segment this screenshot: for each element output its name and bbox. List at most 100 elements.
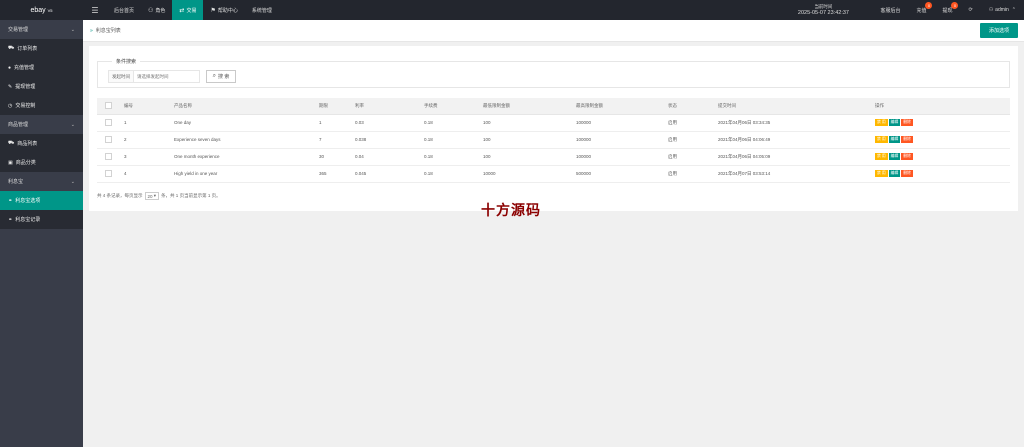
refresh-icon[interactable]: ⟳ xyxy=(960,0,980,20)
cart-icon: ⛟ xyxy=(8,45,15,51)
topnav-system[interactable]: 系统管理 xyxy=(245,0,279,20)
table-row: 2 Experience seven days 7 0.038 0.18 100 10000… xyxy=(97,131,1010,149)
delete-button[interactable]: 删除 xyxy=(901,170,913,177)
actions-cell: 禁 用编辑 删除 xyxy=(875,131,1010,149)
content-panel: 条件搜索 发起时间 ⌕搜 索 编号 产品名称 期限 利率 手续费 最低限制金额 … xyxy=(89,46,1018,211)
table-cell: 2021年04月06日 03:34:35 xyxy=(718,114,875,132)
sidebar-item-withdraw[interactable]: ✎ 提现管理 xyxy=(0,77,83,96)
topnav-help[interactable]: ⚑ 帮助中心 xyxy=(203,0,244,20)
sidebar-item-goods-list[interactable]: ⛟ 商品列表 xyxy=(0,134,83,153)
sidebar-item-trade-control[interactable]: ◷ 交易控制 xyxy=(0,96,83,115)
topnav-roles[interactable]: ⚇ 角色 xyxy=(141,0,172,20)
row-select-cell xyxy=(97,131,124,149)
chevron-down-icon: ⌄ xyxy=(70,121,75,128)
sidebar-group-goods[interactable]: 商品管理 ⌄ xyxy=(0,115,83,134)
pagination-prefix: 共 4 条记录，每页显示 xyxy=(97,193,143,198)
search-fieldset: 条件搜索 发起时间 ⌕搜 索 xyxy=(97,58,1010,88)
top-nav: 后台首页 ⚇ 角色 ⇄ 交易 ⚑ 帮助中心 系统管理 xyxy=(107,0,279,20)
table-row: 3 One month experience 30 0.04 0.18 100 100000… xyxy=(97,148,1010,166)
per-page-select[interactable]: 20 ▾ xyxy=(144,192,160,200)
delete-button[interactable]: 删除 xyxy=(901,119,913,126)
data-table: 编号 产品名称 期限 利率 手续费 最低限制金额 最高限制金额 状态 提交时间 … xyxy=(97,98,1010,183)
page-title: 利息宝列表 xyxy=(95,28,121,34)
sidebar-item-recharge[interactable]: ● 充值管理 xyxy=(0,58,83,77)
search-row: 发起时间 ⌕搜 索 xyxy=(108,70,236,83)
row-select-cell xyxy=(97,165,124,183)
logo-version: V5 xyxy=(47,7,53,13)
edit-button[interactable]: 编辑 xyxy=(888,153,901,160)
chevron-right-icon: » xyxy=(90,27,93,34)
table-cell: 10000 xyxy=(483,165,576,183)
pagination: 共 4 条记录，每页显示 20 ▾ 条，共 1 页当前显示第 1 页。 xyxy=(97,192,221,200)
delete-button[interactable]: 删除 xyxy=(901,136,913,143)
table-cell: 7 xyxy=(319,131,355,149)
disable-button[interactable]: 禁 用 xyxy=(875,119,888,126)
table-cell: 启用 xyxy=(668,165,718,183)
search-legend: 条件搜索 xyxy=(112,58,141,65)
table-cell: 100000 xyxy=(576,131,668,149)
table-cell: 0.18 xyxy=(424,114,483,132)
recharge-badge: 0 xyxy=(925,2,933,9)
sidebar-item-interest-records[interactable]: ⚭ 利息宝记录 xyxy=(0,210,83,229)
table-row: 1 One day 1 0.03 0.18 100 100000 启用 2021年04月06日 … xyxy=(97,114,1010,132)
search-label: 发起时间 xyxy=(108,70,134,83)
table-cell: 4 xyxy=(124,165,174,183)
sidebar-item-interest-options[interactable]: ⚭ 利息宝选项 xyxy=(0,191,83,210)
disable-button[interactable]: 禁 用 xyxy=(875,170,888,177)
table-row: 4 High yield in one year 365 0.045 0.18 10000… xyxy=(97,165,1010,183)
logo-text: ebay xyxy=(30,6,46,14)
topnav-trade[interactable]: ⇄ 交易 xyxy=(172,0,204,20)
user-menu[interactable]: ⚇ admin ⌃ xyxy=(981,0,1024,20)
clock-icon: ◷ xyxy=(8,102,13,109)
disable-button[interactable]: 禁 用 xyxy=(875,153,888,160)
col-actions: 操作 xyxy=(875,98,1010,115)
row-checkbox[interactable] xyxy=(105,135,112,143)
table-cell: 500000 xyxy=(576,165,668,183)
row-checkbox[interactable] xyxy=(105,169,112,177)
actions-cell: 禁 用编辑 删除 xyxy=(875,148,1010,166)
table-cell: High yield in one year xyxy=(174,165,319,183)
col-id: 编号 xyxy=(124,98,174,115)
customer-service-link[interactable]: 客服后台 xyxy=(872,0,908,20)
edit-button[interactable]: 编辑 xyxy=(888,119,901,126)
user-icon: ⚇ xyxy=(148,7,154,14)
table-cell: 365 xyxy=(319,165,355,183)
col-rate: 利率 xyxy=(355,98,424,115)
add-option-button[interactable]: 添加选项 xyxy=(980,23,1018,38)
sidebar-item-goods-category[interactable]: ▣ 商品分类 xyxy=(0,153,83,172)
edit-button[interactable]: 编辑 xyxy=(888,136,901,143)
row-checkbox[interactable] xyxy=(105,118,112,126)
withdraw-link[interactable]: 提现 0 xyxy=(934,0,960,20)
disable-button[interactable]: 禁 用 xyxy=(875,136,888,143)
table-cell: 0.18 xyxy=(424,131,483,149)
recharge-link[interactable]: 充值 0 xyxy=(908,0,934,20)
chevron-down-icon: ⌄ xyxy=(70,178,75,185)
menu-toggle-icon[interactable]: ☰ xyxy=(83,0,107,20)
table-cell: 2 xyxy=(124,131,174,149)
link-icon: ⚭ xyxy=(8,216,13,223)
col-status: 状态 xyxy=(668,98,718,115)
sidebar: 交易管理 ⌄ ⛟ 订单列表 ● 充值管理 ✎ 提现管理 ◷ 交易控制 商品管理 ⌄ ⛟ 商品列… xyxy=(0,20,83,447)
pagination-suffix: 条，共 1 页当前显示第 1 页。 xyxy=(161,193,221,198)
date-input[interactable] xyxy=(134,70,200,83)
withdraw-badge: 0 xyxy=(951,2,959,9)
row-checkbox[interactable] xyxy=(105,152,112,160)
actions-cell: 禁 用编辑 删除 xyxy=(875,165,1010,183)
table-cell: 1 xyxy=(124,114,174,132)
time-value: 2025-05-07 23:42:37 xyxy=(797,10,849,16)
search-button[interactable]: ⌕ 搜 索 xyxy=(206,70,236,83)
sidebar-group-interest[interactable]: 利息宝 ⌄ xyxy=(0,172,83,191)
table-cell: 启用 xyxy=(668,148,718,166)
sidebar-group-trade[interactable]: 交易管理 ⌄ xyxy=(0,20,83,39)
edit-button[interactable]: 编辑 xyxy=(888,170,901,177)
topnav-home[interactable]: 后台首页 xyxy=(107,0,141,20)
table-cell: One day xyxy=(174,114,319,132)
table-cell: One month experience xyxy=(174,148,319,166)
table-cell: 0.03 xyxy=(355,114,424,132)
col-name: 产品名称 xyxy=(174,98,319,115)
sidebar-item-orders[interactable]: ⛟ 订单列表 xyxy=(0,39,83,58)
delete-button[interactable]: 删除 xyxy=(901,153,913,160)
select-all-checkbox[interactable] xyxy=(105,101,112,109)
table-cell: 0.045 xyxy=(355,165,424,183)
logo[interactable]: ebay V5 xyxy=(0,0,83,20)
